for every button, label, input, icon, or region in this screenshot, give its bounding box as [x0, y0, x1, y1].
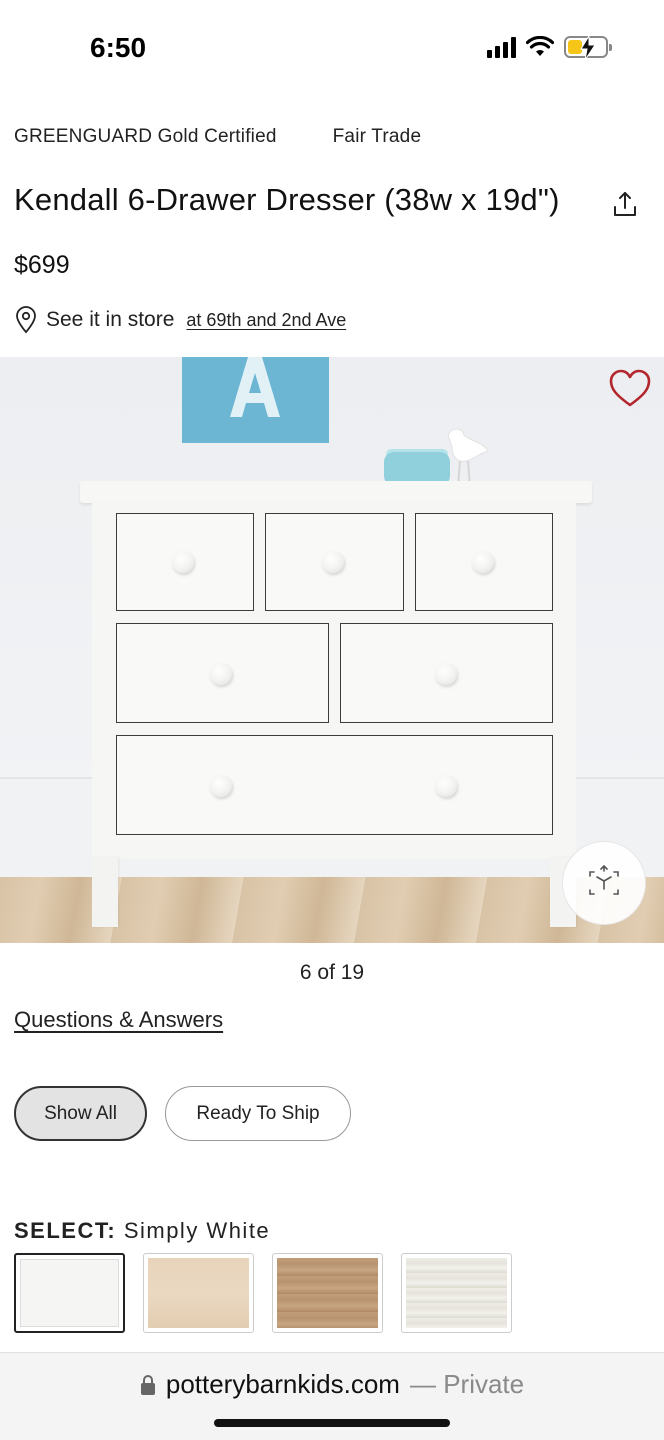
product-price: $699	[14, 251, 70, 279]
select-key: SELECT:	[14, 1218, 117, 1243]
url-domain: potterybarnkids.com	[165, 1369, 400, 1399]
drawer	[116, 735, 553, 835]
battery-charging-icon	[564, 35, 612, 61]
cellular-signal-icon	[487, 36, 516, 58]
badge-fair-trade: Fair Trade	[332, 126, 422, 147]
product-title: Kendall 6-Drawer Dresser (38w x 19d")	[14, 182, 560, 217]
swatch-oak[interactable]	[272, 1253, 383, 1333]
chip-ready-to-ship[interactable]: Ready To Ship	[165, 1086, 351, 1141]
private-mode-label: — Private	[409, 1369, 525, 1399]
ar-view-icon	[589, 865, 619, 895]
badge-greenguard: GREENGUARD Gold Certified	[14, 126, 277, 147]
finish-swatches	[14, 1253, 512, 1333]
image-counter: 6 of 19	[299, 961, 365, 984]
finish-select-label: SELECT: Simply White	[14, 1218, 270, 1244]
drawer-knob	[472, 551, 494, 573]
drawer-knob	[210, 775, 232, 797]
store-label: See it in store	[46, 308, 175, 331]
home-indicator	[214, 1419, 450, 1427]
swatch-weathered-white[interactable]	[401, 1253, 512, 1333]
status-time: 6:50	[90, 32, 147, 63]
wifi-icon	[526, 36, 554, 56]
url-row[interactable]: potterybarnkids.com — Private	[0, 1369, 664, 1400]
product-image-gallery[interactable]	[0, 357, 664, 943]
filter-chips: Show All Ready To Ship	[14, 1086, 351, 1141]
browser-url-bar[interactable]: potterybarnkids.com — Private	[0, 1352, 664, 1440]
questions-answers-link[interactable]: Questions & Answers	[14, 1007, 223, 1033]
swatch-simply-white[interactable]	[14, 1253, 125, 1333]
location-pin-icon	[16, 306, 36, 334]
drawer-knob	[322, 551, 344, 573]
dresser-top	[80, 481, 592, 503]
favorite-heart-icon[interactable]	[608, 369, 652, 409]
lock-icon	[140, 1374, 155, 1395]
wall-art-letter	[230, 357, 280, 417]
dresser-leg	[92, 857, 118, 927]
drawer-knob	[435, 775, 457, 797]
store-location-link[interactable]: at 69th and 2nd Ave	[186, 310, 346, 331]
drawer-knob	[210, 663, 232, 685]
swatch-natural[interactable]	[143, 1253, 254, 1333]
drawer-knob	[435, 663, 457, 685]
ar-view-button[interactable]	[562, 841, 646, 925]
store-availability: See it in store at 69th and 2nd Ave	[14, 306, 346, 334]
status-bar: 6:50	[0, 0, 664, 100]
share-icon[interactable]	[610, 190, 640, 220]
chip-show-all[interactable]: Show All	[14, 1086, 147, 1141]
certification-badges: GREENGUARD Gold Certified Fair Trade	[14, 126, 421, 148]
status-icons	[487, 35, 612, 61]
select-value: Simply White	[123, 1218, 271, 1243]
drawer-knob	[172, 551, 194, 573]
